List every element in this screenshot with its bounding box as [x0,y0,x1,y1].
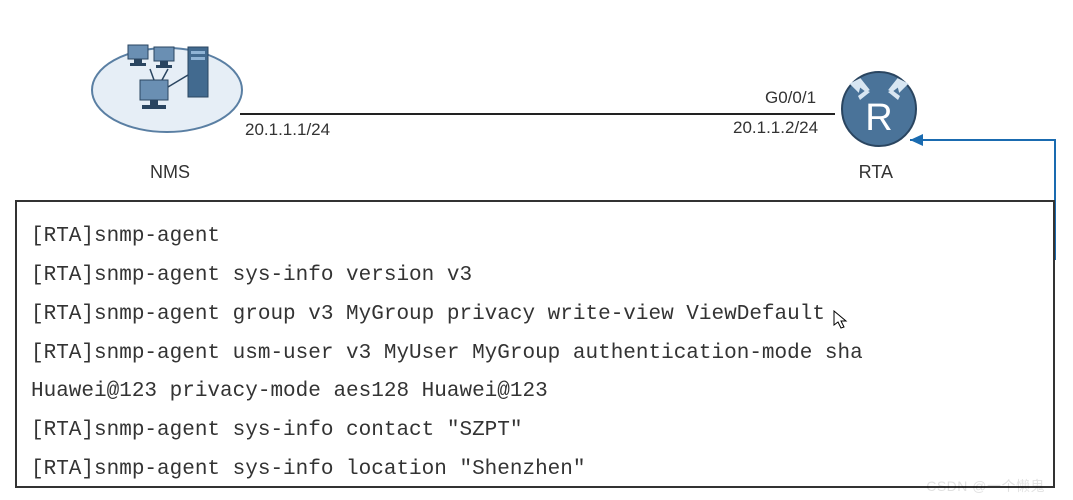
config-line: [RTA]snmp-agent sys-info contact "SZPT" [31,412,1039,451]
router-device: R [840,70,918,153]
router-label: RTA [859,162,893,183]
nms-cloud-icon [90,35,240,130]
config-line: Huawei@123 privacy-mode aes128 Huawei@12… [31,373,1039,412]
nms-device [90,35,240,130]
link-line [240,113,835,115]
right-ip-label: 20.1.1.2/24 [733,118,818,138]
config-line: [RTA]snmp-agent sys-info version v3 [31,257,1039,296]
config-line: [RTA]snmp-agent usm-user v3 MyUser MyGro… [31,335,1039,374]
router-icon: R [840,70,918,148]
right-interface-label: G0/0/1 [765,88,816,108]
left-ip-label: 20.1.1.1/24 [245,120,330,140]
config-code-box: [RTA]snmp-agent [RTA]snmp-agent sys-info… [15,200,1055,488]
config-line: [RTA]snmp-agent sys-info location "Shenz… [31,451,1039,488]
watermark-text: CSDN @一个懒鬼 [926,476,1045,496]
config-line: [RTA]snmp-agent [31,218,1039,257]
router-letter: R [865,97,892,139]
network-diagram: NMS 20.1.1.1/24 G0/0/1 20.1.1.2/24 R RTA [0,0,1073,210]
nms-label: NMS [150,162,190,183]
config-line: [RTA]snmp-agent group v3 MyGroup privacy… [31,296,1039,335]
